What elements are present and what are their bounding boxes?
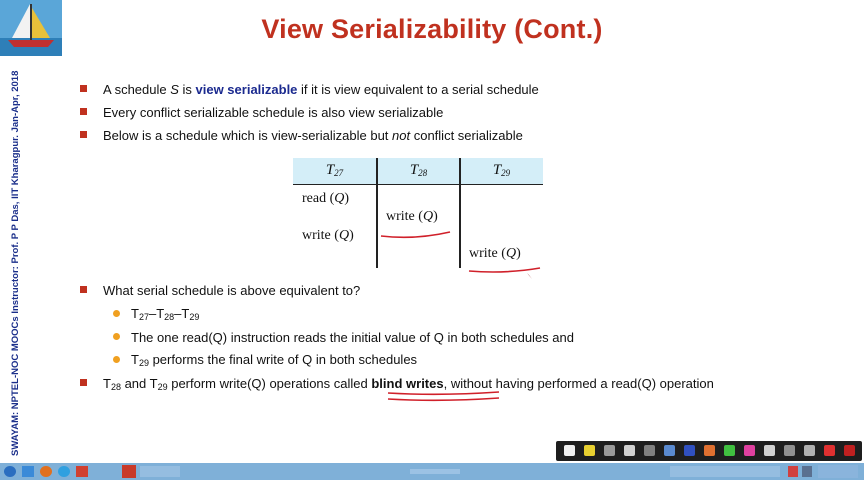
taskbar xyxy=(0,463,864,480)
pen-toolbar xyxy=(556,441,862,461)
browser-icon[interactable] xyxy=(40,466,52,477)
undo-icon[interactable] xyxy=(804,445,815,456)
underline-annotation xyxy=(380,231,451,239)
erase-icon[interactable] xyxy=(824,445,835,456)
start-icon[interactable] xyxy=(4,466,16,477)
folder-icon[interactable] xyxy=(584,445,595,456)
tray-icon[interactable] xyxy=(788,466,798,477)
taskbar-item[interactable] xyxy=(670,466,780,477)
arrow-tool-icon[interactable] xyxy=(784,445,795,456)
app-icon[interactable] xyxy=(76,466,88,477)
powerpoint-icon[interactable] xyxy=(122,465,136,478)
clock xyxy=(818,465,858,478)
cursor-icon xyxy=(527,273,532,279)
annotation-layer xyxy=(380,231,541,402)
capture-icon[interactable] xyxy=(684,445,695,456)
taskbar-status xyxy=(410,469,460,474)
close-icon[interactable] xyxy=(844,445,855,456)
highlighter-icon[interactable] xyxy=(744,445,755,456)
text-tool-icon[interactable] xyxy=(624,445,635,456)
print-icon[interactable] xyxy=(604,445,615,456)
taskbar-item[interactable] xyxy=(140,466,180,477)
image-tool-icon[interactable] xyxy=(664,445,675,456)
pen-tool-icon[interactable] xyxy=(704,445,715,456)
cursor-tool-icon[interactable] xyxy=(564,445,575,456)
app-icon[interactable] xyxy=(22,466,34,477)
pointer-icon[interactable] xyxy=(764,445,775,456)
underline-annotation xyxy=(387,397,500,402)
app-icon[interactable] xyxy=(58,466,70,477)
marker-tool-icon[interactable] xyxy=(724,445,735,456)
screen-tool-icon[interactable] xyxy=(644,445,655,456)
tray-icon[interactable] xyxy=(802,466,812,477)
underline-annotation xyxy=(387,391,500,396)
underline-annotation xyxy=(468,267,541,273)
